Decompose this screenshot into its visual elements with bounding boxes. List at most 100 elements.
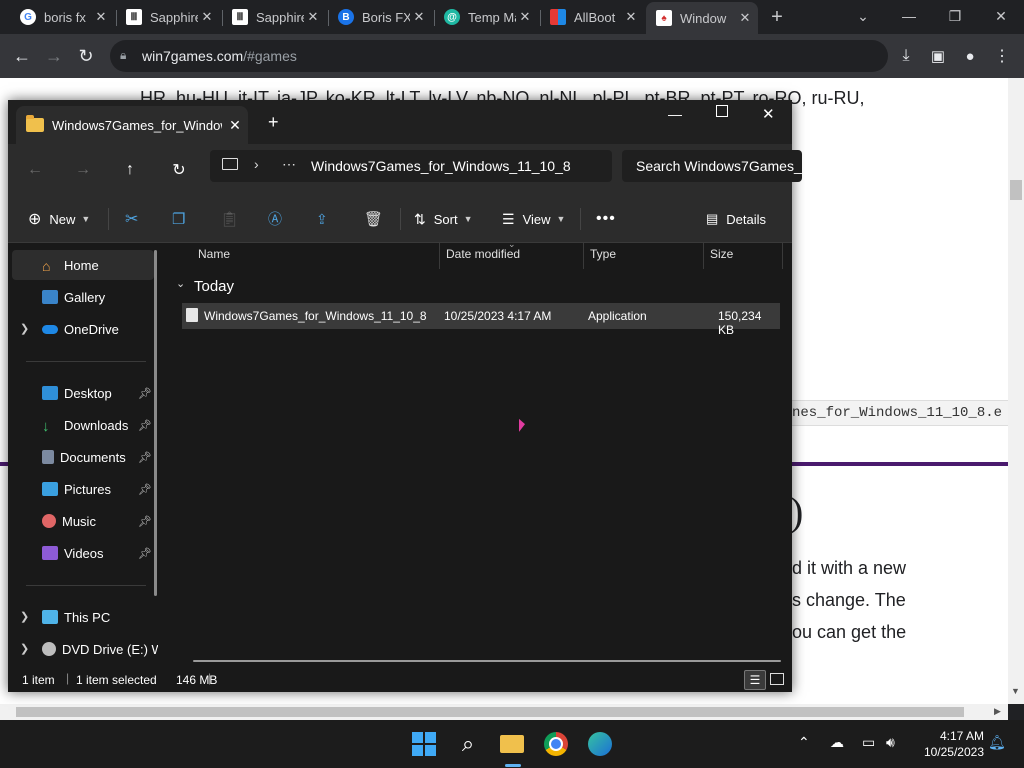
scroll-right-arrow-icon[interactable]: ▶ (994, 706, 1001, 717)
nav-item-pictures[interactable]: Pictures 📌︎ (42, 475, 158, 503)
nav-item-desktop[interactable]: Desktop 📌︎ (42, 379, 158, 407)
horizontal-scrollbar[interactable] (193, 660, 781, 662)
notification-bell-icon[interactable]: 🔔︎ (988, 734, 1006, 751)
paste-icon[interactable]: 📋︎ (220, 206, 239, 232)
restore-icon[interactable]: ❐ (932, 0, 978, 32)
sort-button[interactable]: ⇅ Sort ▼ (414, 206, 473, 232)
address-bar[interactable]: 🔒︎ win7games.com/#games (110, 40, 888, 72)
url-path: /#games (243, 48, 297, 64)
file-explorer-taskbar-icon[interactable] (496, 728, 528, 760)
details-view-icon[interactable]: ☰ (744, 670, 766, 690)
group-chevron-down-icon[interactable]: ⌄ (176, 277, 185, 290)
up-arrow-icon[interactable]: ↑ (115, 156, 145, 184)
nav-item-home[interactable]: ⌂ Home (42, 251, 158, 279)
close-tab-icon[interactable]: ✕ (622, 9, 640, 25)
side-panel-icon[interactable]: ▣ (924, 42, 952, 70)
nav-item-downloads[interactable]: ↓ Downloads 📌︎ (42, 411, 158, 439)
show-hidden-icons-chevron-icon[interactable]: ⌃ (798, 734, 810, 751)
new-button[interactable]: ⊕ New ▼ (28, 206, 90, 232)
close-tab-icon[interactable]: ✕ (304, 9, 322, 25)
close-tab-icon[interactable]: ✕ (516, 9, 534, 25)
close-tab-icon[interactable]: ✕ (410, 9, 428, 25)
share-icon[interactable]: ⇪ (316, 206, 328, 232)
file-row-selected[interactable]: Windows7Games_for_Windows_11_10_8 10/25/… (182, 303, 780, 337)
nav-item-videos[interactable]: Videos 📌︎ (42, 539, 158, 567)
back-arrow-icon[interactable]: ← (20, 156, 50, 184)
nav-item-music[interactable]: Music 📌︎ (42, 507, 158, 535)
minimize-icon[interactable]: — (668, 106, 682, 122)
column-header-name[interactable]: Name (198, 247, 230, 261)
chevron-right-icon[interactable]: ❯ (20, 642, 29, 655)
nav-pane-scrollbar[interactable] (154, 250, 157, 596)
new-tab-icon[interactable]: + (764, 4, 790, 30)
menu-kebab-icon[interactable]: ⋮ (988, 42, 1016, 70)
scroll-down-arrow-icon[interactable]: ▼ (1011, 686, 1020, 696)
browser-tab-google[interactable]: G boris fx ✕ (10, 4, 114, 30)
ellipsis-icon[interactable]: ⋯ (282, 156, 296, 173)
browser-tab-allboot[interactable]: AllBoot ✕ (540, 4, 644, 30)
browser-tab-sapphire-1[interactable]: Ⅲ Sapphire ✕ (116, 4, 220, 30)
nav-item-documents[interactable]: Documents 📌︎ (42, 443, 158, 471)
copy-icon[interactable]: ❐ (172, 206, 185, 232)
scroll-thumb[interactable] (16, 707, 964, 717)
network-icon[interactable]: ▭ (862, 734, 875, 751)
explorer-tab[interactable]: Windows7Games_for_Window ✕ (16, 106, 248, 144)
refresh-icon[interactable]: ↻ (164, 156, 194, 184)
column-header-type[interactable]: Type (590, 247, 616, 261)
tiles-view-icon[interactable] (770, 673, 784, 685)
profile-icon[interactable]: ● (956, 42, 984, 70)
explorer-search-input[interactable]: Search Windows7Games_ (622, 150, 802, 182)
scroll-thumb[interactable] (1010, 180, 1022, 200)
explorer-address-bar[interactable]: › ⋯ Windows7Games_for_Windows_11_10_8 (210, 150, 612, 182)
google-icon: G (20, 9, 36, 25)
close-window-icon[interactable]: ✕ (978, 0, 1024, 32)
close-tab-icon[interactable]: ✕ (736, 10, 754, 26)
status-divider: | (66, 671, 70, 685)
browser-tab-tempmail[interactable]: @ Temp Mail ✕ (434, 4, 538, 30)
pin-icon: 📌︎ (138, 515, 152, 528)
chevron-right-icon: › (254, 156, 259, 172)
close-window-icon[interactable]: ✕ (762, 105, 775, 123)
nav-item-gallery[interactable]: Gallery (42, 283, 158, 311)
nav-label: Home (64, 257, 99, 273)
chevron-right-icon[interactable]: ❯ (20, 610, 29, 623)
plus-circle-icon: ⊕ (28, 211, 42, 228)
rename-icon[interactable]: Ⓐ (268, 206, 282, 232)
cloud-status-icon[interactable]: ☁︎ (830, 734, 844, 751)
search-icon[interactable]: ⌕ (452, 728, 484, 760)
edge-icon[interactable] (584, 728, 616, 760)
chevron-right-icon[interactable]: ❯ (20, 322, 29, 335)
web-vertical-scrollbar[interactable]: ▼ (1008, 78, 1024, 704)
forward-arrow-icon[interactable]: → (68, 156, 98, 184)
volume-icon[interactable]: 🔊︎ (886, 734, 895, 751)
back-arrow-icon[interactable]: ← (8, 42, 36, 70)
column-header-size[interactable]: Size (710, 247, 733, 261)
group-header-today[interactable]: Today (194, 278, 234, 295)
delete-icon[interactable]: 🗑︎ (364, 206, 383, 232)
close-tab-icon[interactable]: ✕ (92, 9, 110, 25)
view-button[interactable]: ☰ View ▼ (502, 206, 565, 232)
nav-item-dvd-drive[interactable]: DVD Drive (E:) W (42, 635, 158, 663)
close-tab-icon[interactable]: ✕ (222, 117, 248, 134)
minimize-icon[interactable]: — (886, 0, 932, 32)
nav-item-this-pc[interactable]: This PC (42, 603, 158, 631)
close-tab-icon[interactable]: ✕ (198, 9, 216, 25)
nav-item-onedrive[interactable]: OneDrive (42, 315, 158, 343)
chrome-icon[interactable] (540, 728, 572, 760)
details-button[interactable]: ▤ Details (706, 206, 766, 232)
more-options-icon[interactable]: ••• (596, 206, 616, 232)
explorer-tab-title: Windows7Games_for_Window (52, 117, 222, 133)
new-tab-icon[interactable]: + (268, 112, 279, 133)
browser-tab-sapphire-2[interactable]: Ⅲ Sapphire ✕ (222, 4, 326, 30)
browser-tab-windows-active[interactable]: ♠ Window ✕ (646, 2, 758, 34)
web-horizontal-scrollbar[interactable]: ▶ (0, 704, 1008, 720)
start-windows-icon[interactable] (408, 728, 440, 760)
taskbar-clock[interactable]: 4:17 AM 10/25/2023 (920, 728, 984, 760)
browser-tab-borisfx[interactable]: B Boris FX ✕ (328, 4, 432, 30)
maximize-icon[interactable] (716, 105, 728, 117)
reload-icon[interactable]: ↻ (72, 42, 100, 70)
forward-arrow-icon[interactable]: → (40, 42, 68, 70)
download-icon[interactable]: ⤓ (892, 42, 920, 70)
tab-search-chevron-icon[interactable]: ⌄ (840, 0, 886, 32)
cut-icon[interactable]: ✂ (125, 206, 138, 232)
